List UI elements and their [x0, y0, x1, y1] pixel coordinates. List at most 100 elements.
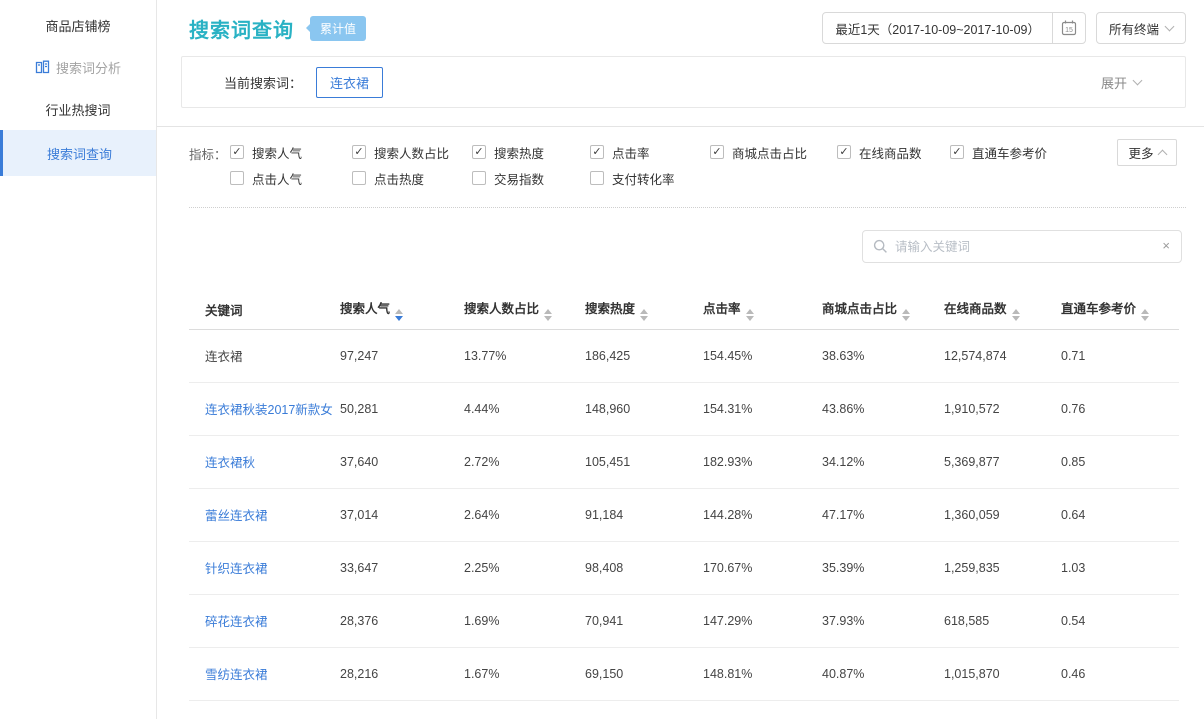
- value-cell: 38.63%: [806, 329, 928, 382]
- indicator-rows: 搜索人气 搜索人数占比 搜索热度 点击率: [230, 139, 1204, 191]
- date-range-button[interactable]: 最近1天（2017-10-09~2017-10-09）: [823, 13, 1052, 43]
- value-cell: 37.93%: [806, 594, 928, 647]
- keyword-cell: 连衣裙: [205, 350, 243, 364]
- sidebar-item-product-shop-rank[interactable]: 商品店铺榜: [0, 4, 156, 46]
- topbar: 搜索词查询 累计值 最近1天（2017-10-09~2017-10-09） 15…: [157, 0, 1204, 56]
- keyword-link[interactable]: 雪纺连衣裙: [205, 668, 268, 682]
- sidebar-item-label: 商品店铺榜: [45, 16, 110, 35]
- value-cell: 1.69%: [448, 594, 569, 647]
- checkbox-ztc-reference-price[interactable]: 直通车参考价: [950, 143, 1100, 162]
- checkbox-click-heat[interactable]: 点击热度: [352, 169, 472, 188]
- value-cell: 37,014: [324, 488, 448, 541]
- value-cell: 186,425: [569, 329, 687, 382]
- search-row: ×: [157, 230, 1204, 263]
- checkbox-icon: [230, 145, 244, 159]
- sort-icon: [746, 309, 754, 321]
- calendar-icon: 15: [1060, 19, 1078, 37]
- checkbox-label: 商城点击占比: [732, 143, 807, 162]
- ledger-icon: [35, 60, 50, 74]
- checkbox-icon: [472, 145, 486, 159]
- column-header-searcher-ratio[interactable]: 搜索人数占比: [448, 291, 569, 329]
- value-cell: 28,376: [324, 594, 448, 647]
- sidebar-item-label: 行业热搜词: [45, 100, 110, 119]
- keyword-link[interactable]: 针织连衣裙: [205, 562, 268, 576]
- checkbox-search-popularity[interactable]: 搜索人气: [230, 143, 352, 162]
- expand-toggle[interactable]: 展开: [1101, 73, 1141, 92]
- keyword-link[interactable]: 蕾丝连衣裙: [205, 509, 268, 523]
- calendar-button[interactable]: 15: [1052, 13, 1085, 43]
- value-cell: 0.64: [1045, 488, 1179, 541]
- value-cell: 0.71: [1045, 329, 1179, 382]
- checkbox-icon: [352, 145, 366, 159]
- table-row: 连衣裙秋装2017新款女 50,281 4.44% 148,960 154.31…: [189, 382, 1179, 435]
- keyword-search-input[interactable]: [863, 231, 1181, 262]
- indicator-label: 指标：: [189, 139, 230, 191]
- checkbox-search-heat[interactable]: 搜索热度: [472, 143, 590, 162]
- value-cell: 4.44%: [448, 382, 569, 435]
- value-cell: 13.77%: [448, 329, 569, 382]
- value-cell: 40.87%: [806, 647, 928, 700]
- keyword-table: 关键词 搜索人气 搜索人数占比 搜索热度 点击率 商城点击占比 在线商品数 直通…: [189, 291, 1179, 701]
- current-term-tag[interactable]: 连衣裙: [316, 67, 383, 98]
- value-cell: 0.85: [1045, 435, 1179, 488]
- terminal-select[interactable]: 所有终端: [1096, 12, 1186, 44]
- value-cell: 1.03: [1045, 541, 1179, 594]
- value-cell: 1,910,572: [928, 382, 1045, 435]
- value-cell: 148.81%: [687, 647, 806, 700]
- value-cell: 0.46: [1045, 647, 1179, 700]
- date-range-control: 最近1天（2017-10-09~2017-10-09） 15: [822, 12, 1086, 44]
- column-header-search-heat[interactable]: 搜索热度: [569, 291, 687, 329]
- checkbox-icon: [710, 145, 724, 159]
- expand-label: 展开: [1101, 73, 1127, 92]
- checkbox-click-popularity[interactable]: 点击人气: [230, 169, 352, 188]
- value-cell: 97,247: [324, 329, 448, 382]
- chevron-down-icon: [1165, 22, 1175, 32]
- column-header-mall-click-ratio[interactable]: 商城点击占比: [806, 291, 928, 329]
- value-cell: 35.39%: [806, 541, 928, 594]
- query-result-section: 指标： 搜索人气 搜索人数占比 搜索热度: [157, 126, 1204, 701]
- sort-icon: [902, 309, 910, 321]
- value-cell: 182.93%: [687, 435, 806, 488]
- value-cell: 148,960: [569, 382, 687, 435]
- checkbox-payment-conversion[interactable]: 支付转化率: [590, 169, 710, 188]
- value-cell: 170.67%: [687, 541, 806, 594]
- sidebar-item-industry-hot-words[interactable]: 行业热搜词: [0, 88, 156, 130]
- column-header-online-products[interactable]: 在线商品数: [928, 291, 1045, 329]
- checkbox-searcher-ratio[interactable]: 搜索人数占比: [352, 143, 472, 162]
- value-cell: 37,640: [324, 435, 448, 488]
- keyword-link[interactable]: 连衣裙秋: [205, 456, 255, 470]
- chevron-up-icon: [1157, 150, 1167, 160]
- value-cell: 47.17%: [806, 488, 928, 541]
- calendar-day-number: 15: [1065, 27, 1073, 34]
- value-cell: 0.76: [1045, 382, 1179, 435]
- checkbox-online-products[interactable]: 在线商品数: [837, 143, 950, 162]
- column-header-search-popularity[interactable]: 搜索人气: [324, 291, 448, 329]
- keyword-link[interactable]: 连衣裙秋装2017新款女: [205, 403, 333, 417]
- checkbox-icon: [950, 145, 964, 159]
- sort-icon: [1141, 309, 1149, 321]
- sidebar-group-search-term-analysis: 搜索词分析: [0, 46, 156, 88]
- checkbox-mall-click-ratio[interactable]: 商城点击占比: [710, 143, 837, 162]
- column-header-ztc-price[interactable]: 直通车参考价: [1045, 291, 1179, 329]
- clear-search-icon[interactable]: ×: [1162, 238, 1170, 253]
- checkbox-label: 搜索人气: [252, 143, 302, 162]
- checkbox-click-rate[interactable]: 点击率: [590, 143, 710, 162]
- value-cell: 154.31%: [687, 382, 806, 435]
- sidebar-item-search-term-query[interactable]: 搜索词查询: [0, 130, 156, 176]
- sidebar-group-label: 搜索词分析: [56, 58, 121, 77]
- more-button[interactable]: 更多: [1117, 139, 1177, 166]
- sort-icon: [1012, 309, 1020, 321]
- value-cell: 1.67%: [448, 647, 569, 700]
- checkbox-icon: [837, 145, 851, 159]
- value-cell: 144.28%: [687, 488, 806, 541]
- current-term-label: 当前搜索词：: [224, 73, 302, 92]
- keyword-link[interactable]: 碎花连衣裙: [205, 615, 268, 629]
- value-cell: 2.72%: [448, 435, 569, 488]
- dotted-divider: [189, 207, 1186, 208]
- column-header-click-rate[interactable]: 点击率: [687, 291, 806, 329]
- checkbox-transaction-index[interactable]: 交易指数: [472, 169, 590, 188]
- value-cell: 43.86%: [806, 382, 928, 435]
- current-term-panel: 当前搜索词： 连衣裙 展开: [181, 56, 1186, 108]
- terminal-select-label: 所有终端: [1109, 19, 1159, 38]
- value-cell: 34.12%: [806, 435, 928, 488]
